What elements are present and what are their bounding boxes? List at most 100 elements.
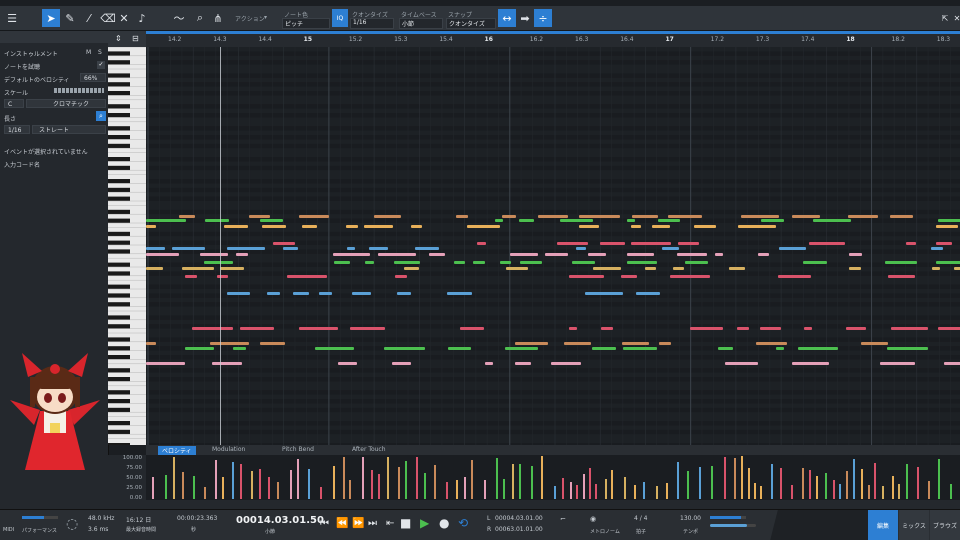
velocity-bar[interactable]	[173, 457, 175, 499]
midi-note[interactable]	[690, 327, 723, 330]
midi-note[interactable]	[538, 215, 568, 218]
black-key[interactable]	[108, 293, 130, 298]
midi-note[interactable]	[585, 292, 623, 295]
midi-note[interactable]	[715, 253, 723, 256]
expand-icon[interactable]: ⇕	[115, 34, 122, 43]
black-key[interactable]	[108, 218, 130, 223]
record-icon[interactable]: ●	[439, 516, 449, 530]
midi-note[interactable]	[803, 261, 827, 264]
midi-note[interactable]	[520, 261, 542, 264]
midi-note[interactable]	[315, 347, 354, 350]
velocity-bar[interactable]	[182, 472, 184, 499]
velocity-bar[interactable]	[853, 459, 855, 499]
midi-note[interactable]	[861, 342, 888, 345]
black-key[interactable]	[108, 91, 130, 96]
midi-note[interactable]	[447, 292, 472, 295]
midi-note[interactable]	[741, 215, 779, 218]
midi-note[interactable]	[227, 292, 250, 295]
note-grid[interactable]	[146, 47, 960, 445]
black-key[interactable]	[108, 82, 130, 87]
velocity-bar[interactable]	[398, 467, 400, 499]
midi-note[interactable]	[378, 253, 416, 256]
midi-note[interactable]	[636, 292, 660, 295]
velocity-bar[interactable]	[456, 480, 458, 499]
black-key[interactable]	[108, 429, 130, 435]
midi-note[interactable]	[931, 247, 943, 250]
velocity-bar[interactable]	[371, 470, 373, 499]
solo-button[interactable]: S	[98, 49, 102, 56]
velocity-bar[interactable]	[771, 464, 773, 499]
velocity-bar[interactable]	[892, 476, 894, 499]
velocity-bar[interactable]	[471, 460, 473, 499]
velocity-bar[interactable]	[416, 457, 418, 499]
midi-note[interactable]	[185, 275, 197, 278]
midi-note[interactable]	[758, 253, 769, 256]
return-to-zero-icon[interactable]: ⏮	[320, 518, 329, 529]
midi-note[interactable]	[319, 292, 332, 295]
velocity-bar[interactable]	[362, 457, 364, 499]
tempo-value[interactable]: 130.00	[680, 515, 701, 522]
split-tool-icon[interactable]: ⋔	[209, 9, 227, 27]
velocity-bar[interactable]	[938, 459, 940, 499]
midi-note[interactable]	[938, 219, 960, 222]
midi-note[interactable]	[627, 261, 657, 264]
midi-note[interactable]	[179, 215, 195, 218]
midi-note[interactable]	[338, 362, 357, 365]
midi-note[interactable]	[678, 242, 699, 245]
velocity-bar[interactable]	[898, 484, 900, 499]
midi-note[interactable]	[146, 342, 156, 345]
black-key[interactable]	[108, 209, 130, 215]
midi-note[interactable]	[395, 275, 407, 278]
midi-note[interactable]	[725, 362, 758, 365]
black-key[interactable]	[108, 390, 130, 395]
midi-note[interactable]	[404, 267, 419, 270]
velocity-bar[interactable]	[861, 469, 863, 499]
loop-range-bar[interactable]	[146, 31, 960, 34]
black-key[interactable]	[108, 443, 130, 445]
midi-note[interactable]	[622, 342, 649, 345]
midi-note[interactable]	[473, 261, 485, 264]
midi-note[interactable]	[560, 219, 593, 222]
midi-note[interactable]	[146, 225, 156, 228]
velocity-bar[interactable]	[378, 474, 380, 499]
velocity-bar[interactable]	[634, 485, 636, 499]
skip-start-icon[interactable]: ⇤	[386, 518, 394, 529]
midi-note[interactable]	[212, 362, 242, 365]
velocity-bar[interactable]	[290, 470, 292, 499]
black-key[interactable]	[108, 179, 130, 184]
midi-note[interactable]	[456, 215, 468, 218]
midi-note[interactable]	[776, 347, 784, 350]
velocity-lane[interactable]	[146, 455, 960, 509]
velocity-bar[interactable]	[643, 482, 645, 499]
midi-note[interactable]	[645, 267, 656, 270]
black-key[interactable]	[108, 346, 130, 351]
midi-note[interactable]	[887, 347, 928, 350]
midi-note[interactable]	[411, 225, 422, 228]
mute-tool-icon[interactable]: ✕	[115, 9, 133, 27]
arrow-tool-icon[interactable]: ➤	[42, 9, 60, 27]
midi-note[interactable]	[798, 347, 838, 350]
midi-note[interactable]	[477, 242, 486, 245]
edit-page-button[interactable]: 編集	[868, 510, 898, 540]
black-key[interactable]	[108, 51, 130, 56]
scale-keys[interactable]	[54, 88, 104, 93]
midi-note[interactable]	[601, 327, 613, 330]
midi-note[interactable]	[515, 342, 548, 345]
midi-note[interactable]	[287, 275, 327, 278]
velocity-bar[interactable]	[277, 482, 279, 499]
black-key[interactable]	[108, 271, 130, 276]
velocity-bar[interactable]	[882, 486, 884, 499]
midi-note[interactable]	[146, 219, 186, 222]
black-key[interactable]	[108, 368, 130, 373]
midi-note[interactable]	[293, 292, 309, 295]
midi-note[interactable]	[938, 327, 960, 330]
black-key[interactable]	[108, 143, 130, 149]
stop-icon[interactable]: ■	[400, 516, 411, 530]
velocity-bar[interactable]	[624, 477, 626, 499]
velocity-bar[interactable]	[928, 481, 930, 499]
velocity-bar[interactable]	[780, 468, 782, 499]
velocity-bar[interactable]	[687, 471, 689, 499]
rewind-icon[interactable]: ⏪	[336, 518, 348, 529]
velocity-bar[interactable]	[677, 462, 679, 499]
midi-note[interactable]	[185, 347, 214, 350]
